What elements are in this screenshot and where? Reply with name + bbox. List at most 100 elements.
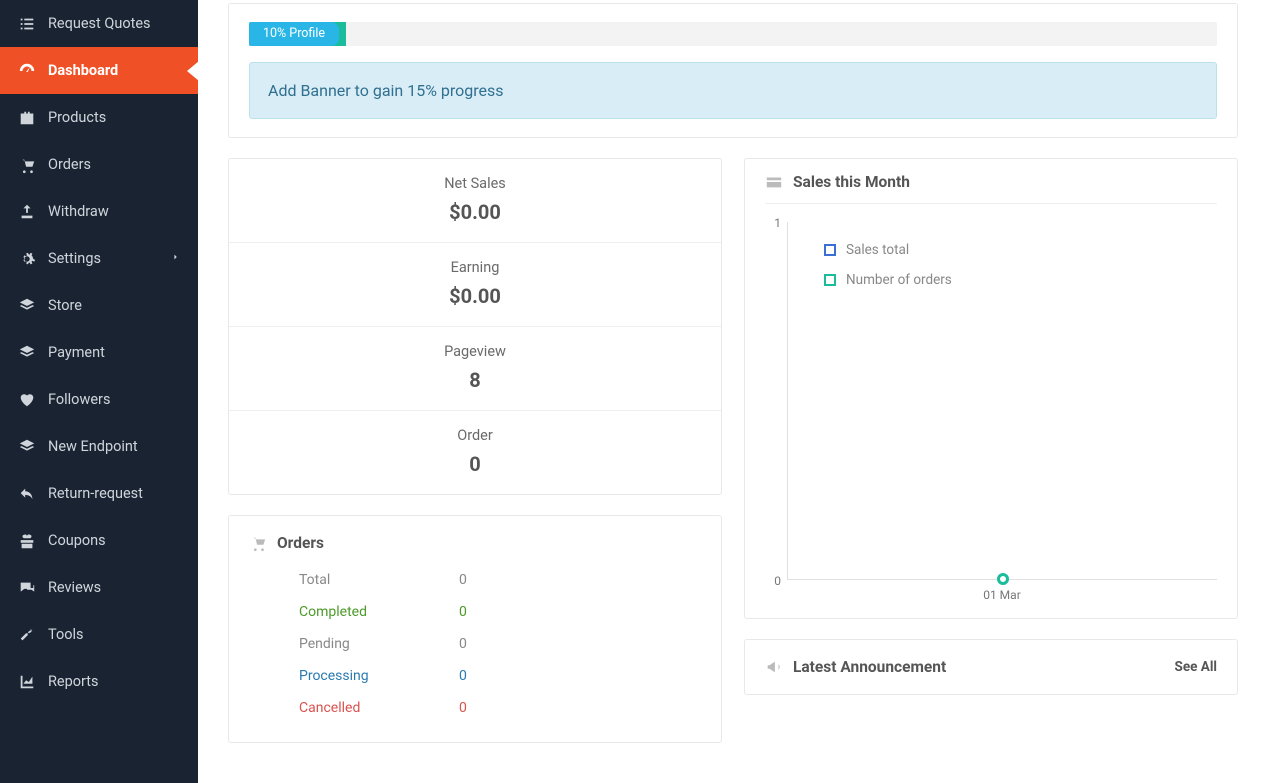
- sidebar-item-label: Reports: [48, 673, 180, 690]
- sidebar-item-withdraw[interactable]: Withdraw: [0, 188, 198, 235]
- heart-icon: [18, 391, 48, 409]
- orders-row-value: 0: [459, 604, 467, 620]
- sidebar-item-request-quotes[interactable]: Request Quotes: [0, 0, 198, 47]
- orders-row-value: 0: [459, 636, 467, 652]
- sidebar-item-dashboard[interactable]: Dashboard: [0, 47, 198, 94]
- stats-card: Net Sales $0.00 Earning $0.00 Pageview 8 Order…: [228, 158, 722, 495]
- legend-item[interactable]: Sales total: [824, 242, 952, 258]
- x-tick-label: 01 Mar: [787, 588, 1217, 602]
- stat-label: Earning: [249, 259, 701, 276]
- card-icon: [765, 173, 783, 191]
- layers-icon: [18, 297, 48, 315]
- sidebar-item-store[interactable]: Store: [0, 282, 198, 329]
- orders-row-value: 0: [459, 668, 467, 684]
- orders-card: Orders Total0Completed0Pending0Processin…: [228, 515, 722, 743]
- orders-row: Pending0: [299, 628, 701, 660]
- briefcase-icon: [18, 109, 48, 127]
- sidebar-item-label: Store: [48, 297, 180, 314]
- stat-label: Net Sales: [249, 175, 701, 192]
- sidebar-item-label: Orders: [48, 156, 180, 173]
- sidebar-item-return-request[interactable]: Return-request: [0, 470, 198, 517]
- sidebar-item-label: Followers: [48, 391, 180, 408]
- profile-progress-card: 10% Profile Add Banner to gain 15% progr…: [228, 3, 1238, 138]
- sidebar-item-label: New Endpoint: [48, 438, 180, 455]
- y-tick-top: 1: [774, 216, 781, 230]
- chart-icon: [18, 673, 48, 691]
- orders-list: Total0Completed0Pending0Processing0Cance…: [249, 564, 701, 724]
- chart-data-point: [997, 573, 1009, 585]
- legend-swatch: [824, 244, 836, 256]
- stat-label: Pageview: [249, 343, 701, 360]
- sidebar-item-reviews[interactable]: Reviews: [0, 564, 198, 611]
- main-content: 10% Profile Add Banner to gain 15% progr…: [198, 0, 1268, 783]
- sidebar-item-label: Coupons: [48, 532, 180, 549]
- sidebar-item-coupons[interactable]: Coupons: [0, 517, 198, 564]
- gift-icon: [18, 532, 48, 550]
- stat-row: Order 0: [229, 411, 721, 494]
- caret-right-icon: [172, 250, 180, 267]
- sales-chart-card: Sales this Month 1 0 Sales total Number o…: [744, 158, 1238, 619]
- profile-progress-bar: 10% Profile: [249, 22, 1217, 46]
- orders-row-label: Total: [299, 572, 459, 588]
- sidebar-item-label: Withdraw: [48, 203, 180, 220]
- stat-label: Order: [249, 427, 701, 444]
- announcement-card: Latest Announcement See All: [744, 639, 1238, 695]
- stat-row: Pageview 8: [229, 327, 721, 411]
- orders-row-label: Completed: [299, 604, 459, 620]
- orders-row-label: Pending: [299, 636, 459, 652]
- sidebar-item-orders[interactable]: Orders: [0, 141, 198, 188]
- sidebar-item-label: Tools: [48, 626, 180, 643]
- stat-row: Net Sales $0.00: [229, 159, 721, 243]
- sales-chart-title: Sales this Month: [793, 173, 1217, 191]
- y-tick-bottom: 0: [774, 574, 781, 588]
- sidebar-item-label: Payment: [48, 344, 180, 361]
- see-all-link[interactable]: See All: [1175, 659, 1217, 675]
- sidebar-item-label: Return-request: [48, 485, 180, 502]
- sales-chart: 1 0 Sales totalNumber of orders 01 Mar: [765, 216, 1217, 598]
- stat-value: 0: [249, 452, 701, 476]
- stat-row: Earning $0.00: [229, 243, 721, 327]
- cart-icon: [18, 156, 48, 174]
- announcement-title: Latest Announcement: [793, 658, 1165, 676]
- layers-icon: [18, 438, 48, 456]
- orders-row: Cancelled0: [299, 692, 701, 724]
- upload-icon: [18, 203, 48, 221]
- sidebar-item-label: Products: [48, 109, 180, 126]
- legend-label: Sales total: [846, 242, 909, 258]
- sidebar-item-reports[interactable]: Reports: [0, 658, 198, 705]
- stat-value: $0.00: [249, 284, 701, 308]
- orders-row: Total0: [299, 564, 701, 596]
- dashboard-icon: [18, 62, 48, 80]
- orders-row-label: Cancelled: [299, 700, 459, 716]
- sidebar-item-settings[interactable]: Settings: [0, 235, 198, 282]
- cart-icon: [249, 534, 267, 552]
- undo-icon: [18, 485, 48, 503]
- profile-progress-alert[interactable]: Add Banner to gain 15% progress: [249, 62, 1217, 119]
- gear-icon: [18, 250, 48, 268]
- profile-progress-label: 10% Profile: [249, 22, 339, 46]
- sidebar-item-new-endpoint[interactable]: New Endpoint: [0, 423, 198, 470]
- sidebar-item-tools[interactable]: Tools: [0, 611, 198, 658]
- sidebar-item-followers[interactable]: Followers: [0, 376, 198, 423]
- layers-icon: [18, 344, 48, 362]
- chart-legend: Sales total Number of orders: [824, 242, 952, 302]
- comments-icon: [18, 579, 48, 597]
- legend-swatch: [824, 274, 836, 286]
- bullhorn-icon: [765, 658, 783, 676]
- orders-row-value: 0: [459, 700, 467, 716]
- orders-row: Completed0: [299, 596, 701, 628]
- orders-row: Processing0: [299, 660, 701, 692]
- legend-item[interactable]: Number of orders: [824, 272, 952, 288]
- sidebar-item-label: Settings: [48, 250, 166, 267]
- sidebar-item-products[interactable]: Products: [0, 94, 198, 141]
- stat-value: 8: [249, 368, 701, 392]
- orders-row-value: 0: [459, 572, 467, 588]
- wrench-icon: [18, 626, 48, 644]
- sidebar-item-label: Reviews: [48, 579, 180, 596]
- sidebar-item-payment[interactable]: Payment: [0, 329, 198, 376]
- stat-value: $0.00: [249, 200, 701, 224]
- sidebar: Request Quotes Dashboard Products Orders Wit…: [0, 0, 198, 783]
- sidebar-item-label: Dashboard: [48, 62, 180, 79]
- list-icon: [18, 15, 48, 33]
- orders-row-label: Processing: [299, 668, 459, 684]
